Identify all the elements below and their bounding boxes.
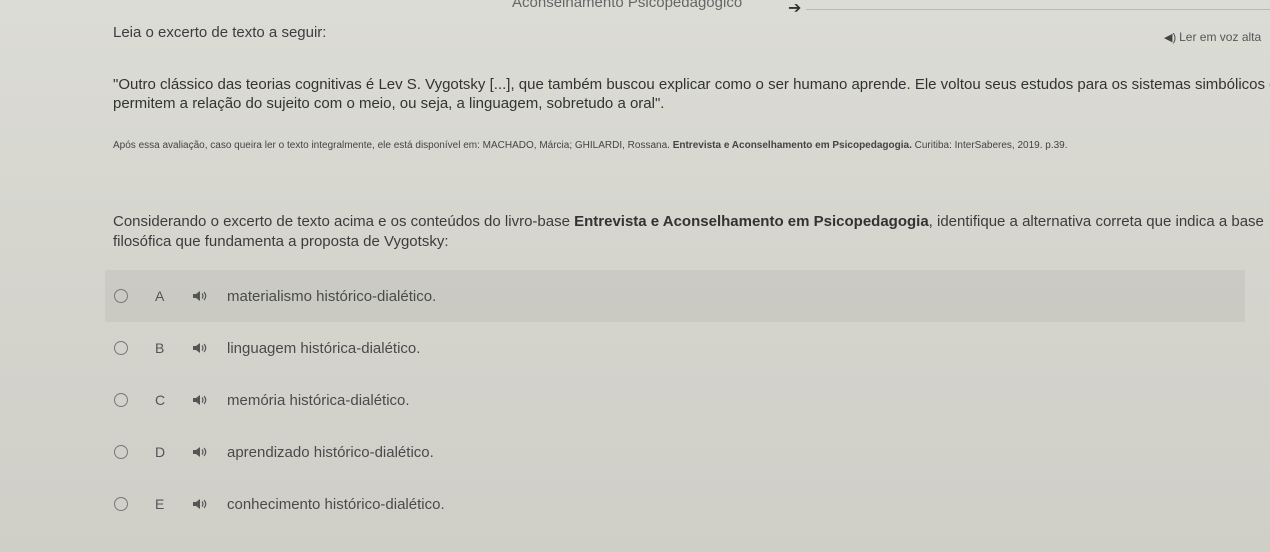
question-book-title: Entrevista e Aconselhamento em Psicopeda… xyxy=(574,213,929,230)
read-aloud-button[interactable]: ◀) Ler em voz alta xyxy=(1164,30,1261,44)
quote-line-2: permitem a relação do sujeito com o meio… xyxy=(113,95,665,112)
source-citation: Após essa avaliação, caso queira ler o t… xyxy=(113,140,1068,151)
question-line-1: Considerando o excerto de texto acima e … xyxy=(113,212,1270,232)
option-text: memória histórica-dialético. xyxy=(227,391,410,409)
option-text: conhecimento histórico-dialético. xyxy=(227,495,445,513)
radio-button-a[interactable] xyxy=(114,289,128,303)
source-book-title: Entrevista e Aconselhamento em Psicopeda… xyxy=(672,140,912,151)
speaker-icon: ◀) xyxy=(1164,32,1177,44)
speaker-icon[interactable] xyxy=(191,497,209,511)
speaker-icon[interactable] xyxy=(191,289,209,303)
question-line-2: filosófica que fundamenta a proposta de … xyxy=(113,233,449,250)
source-prefix: Após essa avaliação, caso queira ler o t… xyxy=(113,140,673,151)
quote-line-1: "Outro clássico das teorias cognitivas é… xyxy=(113,76,1270,93)
radio-button-c[interactable] xyxy=(114,393,128,407)
header-divider xyxy=(806,9,1270,10)
speaker-icon[interactable] xyxy=(191,393,209,407)
option-letter: D xyxy=(155,444,166,460)
speaker-icon[interactable] xyxy=(191,445,209,459)
read-aloud-label: Ler em voz alta xyxy=(1179,30,1262,44)
quote-excerpt: "Outro clássico das teorias cognitivas é… xyxy=(113,75,1270,113)
option-c[interactable]: C memória histórica-dialético. xyxy=(105,374,1245,426)
option-letter: B xyxy=(155,340,165,356)
radio-button-e[interactable] xyxy=(114,497,128,511)
radio-button-d[interactable] xyxy=(114,445,128,459)
answer-options: A materialismo histórico-dialético. B li… xyxy=(105,270,1245,530)
arrow-right-icon[interactable]: ➔ xyxy=(788,0,801,18)
option-letter: E xyxy=(155,496,165,512)
question-text: Considerando o excerto de texto acima e … xyxy=(113,212,1270,252)
option-text: aprendizado histórico-dialético. xyxy=(227,443,434,461)
speaker-icon[interactable] xyxy=(191,341,209,355)
option-text: linguagem histórica-dialético. xyxy=(227,339,421,357)
intro-text: Leia o excerto de texto a seguir: xyxy=(113,24,327,41)
option-letter: A xyxy=(155,288,165,304)
source-suffix: Curitiba: InterSaberes, 2019. p.39. xyxy=(911,140,1068,151)
question-line-1-post: , identifique a alternativa correta que … xyxy=(928,213,1264,230)
radio-button-b[interactable] xyxy=(114,341,128,355)
option-text: materialismo histórico-dialético. xyxy=(227,287,437,305)
option-e[interactable]: E conhecimento histórico-dialético. xyxy=(105,478,1245,530)
option-b[interactable]: B linguagem histórica-dialético. xyxy=(105,322,1245,374)
question-line-1-pre: Considerando o excerto de texto acima e … xyxy=(113,213,575,230)
page-title: Aconselhamento Psicopedagógico xyxy=(512,0,743,11)
option-a[interactable]: A materialismo histórico-dialético. xyxy=(105,270,1245,322)
option-letter: C xyxy=(155,392,166,408)
option-d[interactable]: D aprendizado histórico-dialético. xyxy=(105,426,1245,478)
